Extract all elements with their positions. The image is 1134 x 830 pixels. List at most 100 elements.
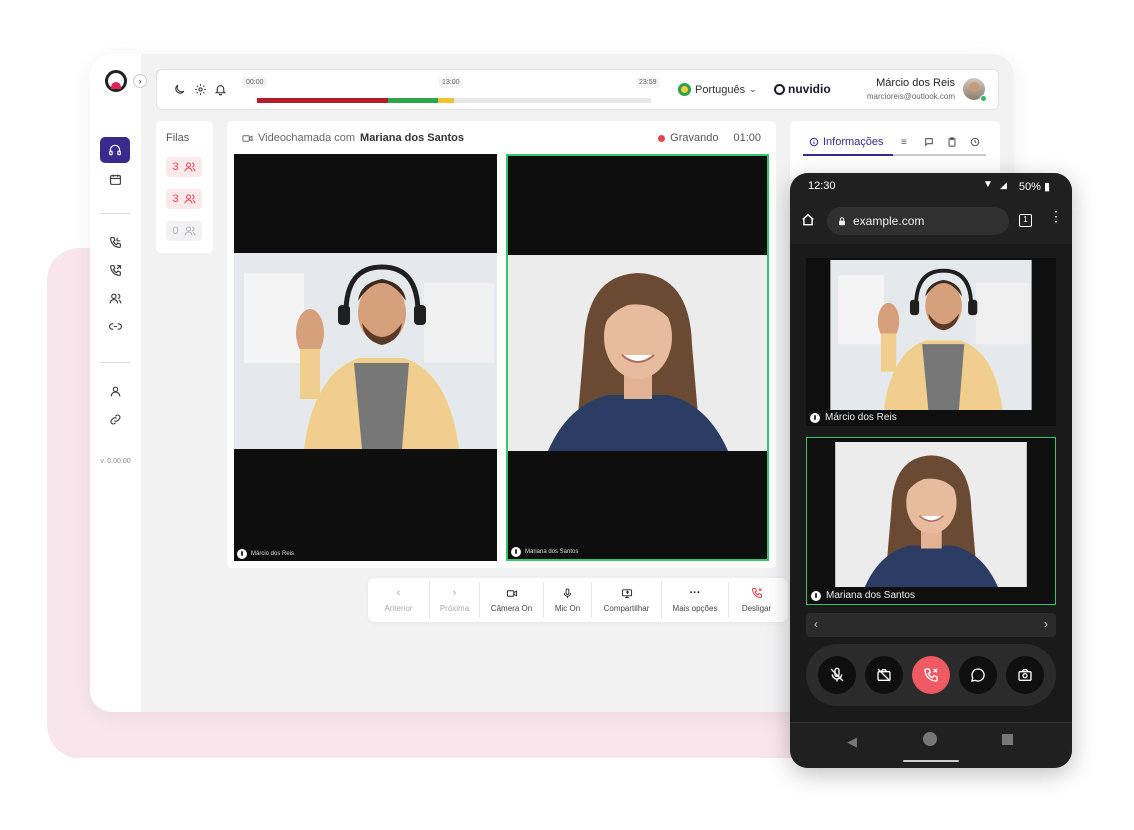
home-circle-icon[interactable] [923, 732, 937, 746]
headset-icon [109, 144, 121, 156]
online-status-icon [980, 95, 987, 102]
tile-participant-name: Mariana dos Santos [525, 549, 579, 555]
customer-portrait [508, 255, 767, 451]
timeline-track[interactable] [257, 98, 651, 103]
brand-logo-icon [105, 70, 127, 92]
sidebar-item-contacts[interactable] [100, 285, 130, 311]
bell-icon[interactable] [214, 83, 227, 96]
video-call-panel: Videochamada com Mariana dos Santos Grav… [227, 121, 776, 568]
phone-chat-button[interactable] [959, 656, 997, 694]
android-nav-bar: ◀ [790, 722, 1072, 768]
phone-mute-button[interactable] [818, 656, 856, 694]
call-title: Videochamada com Mariana dos Santos [242, 132, 464, 144]
wifi-icon: ▼ [983, 179, 993, 190]
tab-history-clock-icon[interactable] [970, 137, 980, 147]
top-bar: 00:00 13:00 23:59 Português ⌄ nuvidio Má… [156, 69, 999, 110]
sidebar-item-attendance[interactable] [100, 137, 130, 163]
chevron-left-icon[interactable]: ‹ [814, 617, 818, 631]
phone-battery: 50% ▮ [1019, 180, 1050, 193]
back-icon[interactable]: ◀ [847, 734, 857, 750]
user-name: Márcio dos Reis [876, 77, 955, 89]
camera-toggle-button[interactable]: Câmera On [480, 582, 544, 618]
language-label: Português [695, 83, 746, 96]
queue-count: 0 [172, 225, 179, 237]
browser-address-input[interactable]: example.com [827, 207, 1009, 235]
battery-icon: ▮ [1043, 181, 1050, 193]
hangup-button[interactable]: Desligar [729, 582, 784, 618]
video-camera-icon [242, 134, 253, 142]
camera-icon [506, 589, 517, 597]
sidebar-item-calendar[interactable] [100, 166, 130, 192]
sidebar-collapse-button[interactable]: › [133, 74, 147, 88]
queue-badge[interactable]: 3 [166, 189, 202, 209]
gear-icon[interactable] [194, 83, 207, 96]
phone-participant-pager: ‹ › [806, 613, 1056, 637]
queue-badge[interactable]: 0 [166, 221, 202, 241]
phone-outgoing-icon [109, 264, 121, 276]
chain-icon [110, 414, 120, 424]
next-button[interactable]: › Próxima [430, 582, 480, 618]
switch-camera-icon [1018, 669, 1032, 681]
tab-chat-icon[interactable] [924, 137, 934, 147]
phone-video-tile-agent[interactable]: Márcio dos Reis [806, 258, 1056, 426]
microphone-icon [511, 547, 521, 557]
user-email: marcioreis@outlook.com [866, 92, 955, 101]
microphone-icon [811, 590, 821, 601]
more-options-label: Mais opções [672, 603, 718, 613]
share-screen-button[interactable]: Compartilhar [592, 582, 662, 618]
link-icon [108, 322, 122, 330]
call-participant-name: Mariana dos Santos [360, 132, 464, 144]
sidebar-item-incoming-calls[interactable] [100, 229, 130, 255]
tab-information[interactable]: Informações [809, 136, 884, 148]
agent-portrait [830, 260, 1032, 410]
previous-button[interactable]: ‹ Anterior [368, 582, 430, 618]
info-tabs-underline [803, 154, 986, 156]
mobile-phone-mockup: 12:30 ▼ ◢ 50% ▮ example.com 1 ⋮ Márcio d… [790, 173, 1072, 768]
recording-indicator: Gravando 01:00 [658, 132, 761, 144]
moon-icon[interactable] [173, 83, 186, 96]
sidebar-item-integrations[interactable] [100, 406, 130, 432]
more-options-button[interactable]: ··· Mais opções [662, 582, 729, 618]
mic-toggle-button[interactable]: Mic On [544, 582, 592, 618]
queue-badge[interactable]: 3 [166, 157, 202, 177]
browser-url-bar: example.com 1 ⋮ [790, 200, 1072, 244]
share-label: Compartilhar [603, 603, 650, 613]
sidebar-item-outgoing-calls[interactable] [100, 257, 130, 283]
timeline-segment-yellow [438, 98, 454, 103]
tile-participant-name: Márcio dos Reis [251, 551, 295, 557]
tile-label: Mariana dos Santos [511, 547, 578, 557]
tab-clipboard-icon[interactable] [947, 137, 957, 147]
chevron-right-icon: › [452, 586, 457, 599]
browser-tabs-button[interactable]: 1 [1019, 214, 1032, 227]
chevron-left-icon: ‹ [396, 586, 401, 599]
phone-switch-camera-button[interactable] [1006, 656, 1044, 694]
language-selector[interactable]: Português ⌄ [678, 83, 757, 96]
browser-menu-icon[interactable]: ⋮ [1049, 209, 1063, 223]
gesture-handle [903, 760, 959, 762]
phone-video-tile-customer[interactable]: Mariana dos Santos [806, 437, 1056, 605]
video-tile-agent[interactable]: Márcio dos Reis [234, 154, 497, 561]
camera-label: Câmera On [490, 603, 533, 613]
tab-notes-list-icon[interactable]: ≡ [901, 137, 907, 148]
queues-panel: Filas 3 3 0 [156, 121, 213, 253]
phone-camera-off-button[interactable] [865, 656, 903, 694]
lock-icon [839, 216, 845, 225]
chat-icon [971, 668, 985, 682]
phone-tile-label: Márcio dos Reis [810, 412, 897, 423]
phone-hangup-button[interactable] [912, 656, 950, 694]
phone-tile-label: Mariana dos Santos [811, 590, 915, 601]
chevron-right-icon[interactable]: › [1044, 617, 1048, 631]
info-icon [809, 137, 819, 147]
sidebar-item-links[interactable] [100, 313, 130, 339]
signal-icon: ◢ [1000, 180, 1007, 190]
video-tile-customer[interactable]: Mariana dos Santos [506, 154, 769, 561]
phone-tile-name: Mariana dos Santos [826, 590, 915, 601]
recording-dot-icon [658, 134, 666, 142]
recents-icon[interactable] [1002, 734, 1013, 745]
sidebar-item-profile[interactable] [100, 378, 130, 404]
home-icon[interactable] [801, 213, 815, 227]
recording-time: 01:00 [733, 132, 761, 144]
timeline-segment-red [257, 98, 388, 103]
previous-label: Anterior [384, 603, 413, 613]
customer-portrait [835, 442, 1027, 587]
